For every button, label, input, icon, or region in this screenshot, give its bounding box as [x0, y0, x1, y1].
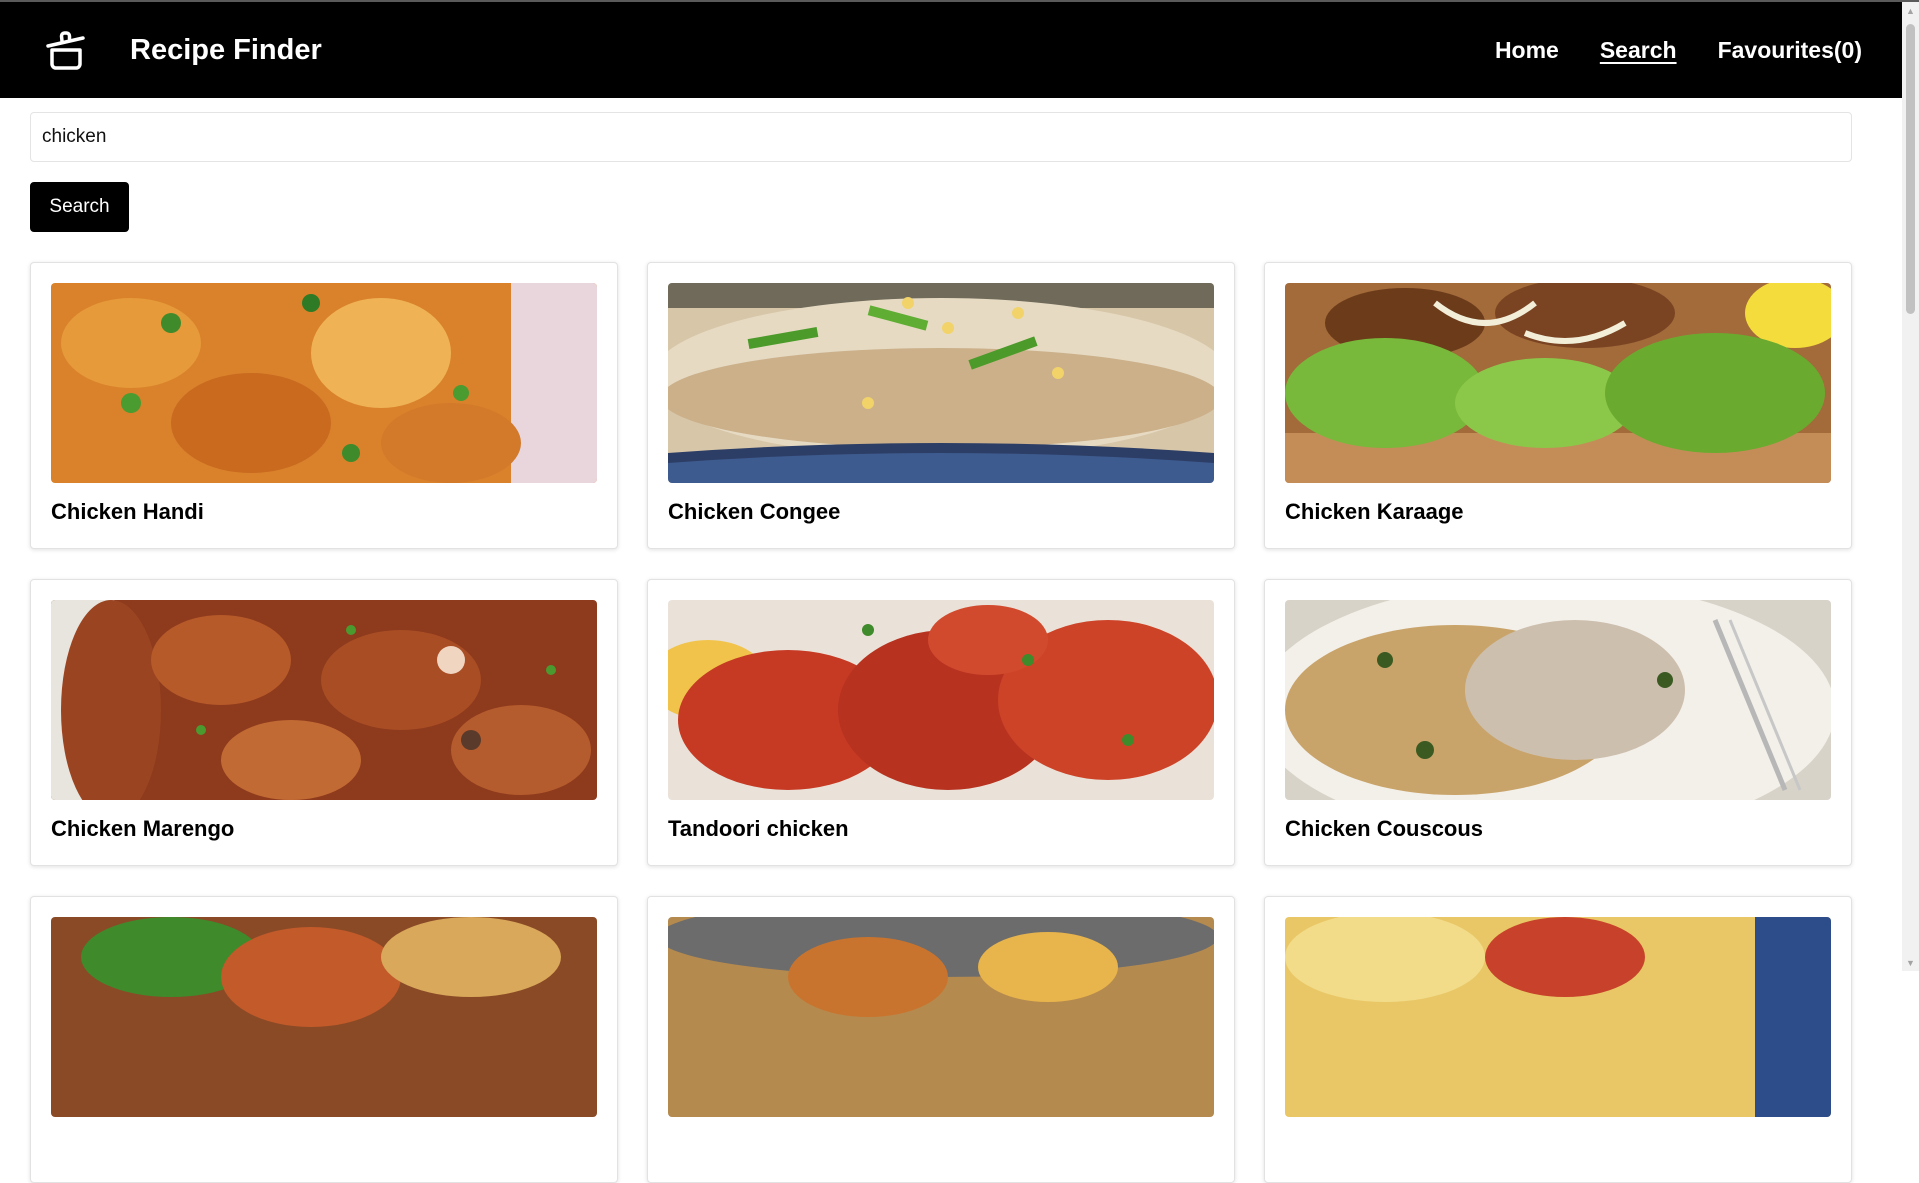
recipe-title: Chicken Congee	[668, 499, 841, 524]
search-button[interactable]: Search	[30, 182, 129, 232]
recipe-card[interactable]: Chicken Congee	[647, 262, 1235, 549]
recipe-card[interactable]	[30, 896, 618, 1183]
main-nav: Home Search Favourites(0)	[1454, 37, 1862, 64]
recipe-image	[668, 600, 1214, 800]
recipe-image	[668, 917, 1214, 1117]
recipe-card[interactable]: Tandoori chicken	[647, 579, 1235, 866]
app-title[interactable]: Recipe Finder	[130, 34, 322, 67]
recipe-card[interactable]: Chicken Handi	[30, 262, 618, 549]
scrollbar-thumb[interactable]	[1906, 24, 1915, 314]
recipe-image	[51, 283, 597, 483]
results-grid: Chicken Handi Chicken Congee Chicken Kar…	[30, 262, 1852, 1183]
recipe-image	[51, 917, 597, 1117]
recipe-card[interactable]: Chicken Marengo	[30, 579, 618, 866]
search-input[interactable]	[30, 112, 1852, 162]
recipe-image	[1285, 600, 1831, 800]
recipe-title: Chicken Couscous	[1285, 816, 1484, 841]
recipe-image	[1285, 283, 1831, 483]
recipe-card[interactable]	[647, 896, 1235, 1183]
recipe-title: Tandoori chicken	[668, 816, 849, 841]
recipe-title: Chicken Handi	[51, 499, 204, 524]
recipe-image	[668, 283, 1214, 483]
main-content: Search Chicken Handi	[30, 98, 1852, 1183]
recipe-card[interactable]	[1264, 896, 1852, 1183]
nav-favourites[interactable]: Favourites(0)	[1718, 37, 1862, 64]
recipe-title: Chicken Marengo	[51, 816, 235, 841]
nav-home[interactable]: Home	[1495, 37, 1559, 64]
recipe-card[interactable]: Chicken Karaage	[1264, 262, 1852, 549]
scroll-up-icon[interactable]: ▲	[1902, 2, 1919, 19]
nav-search[interactable]: Search	[1600, 37, 1677, 64]
navbar: Recipe Finder Home Search Favourites(0)	[0, 2, 1902, 98]
recipe-image	[1285, 917, 1831, 1117]
recipe-title: Chicken Karaage	[1285, 499, 1464, 524]
vertical-scrollbar[interactable]: ▲ ▼	[1902, 2, 1919, 971]
cooking-pot-icon	[40, 24, 92, 76]
recipe-image	[51, 600, 597, 800]
scroll-down-icon[interactable]: ▼	[1902, 954, 1919, 971]
recipe-card[interactable]: Chicken Couscous	[1264, 579, 1852, 866]
